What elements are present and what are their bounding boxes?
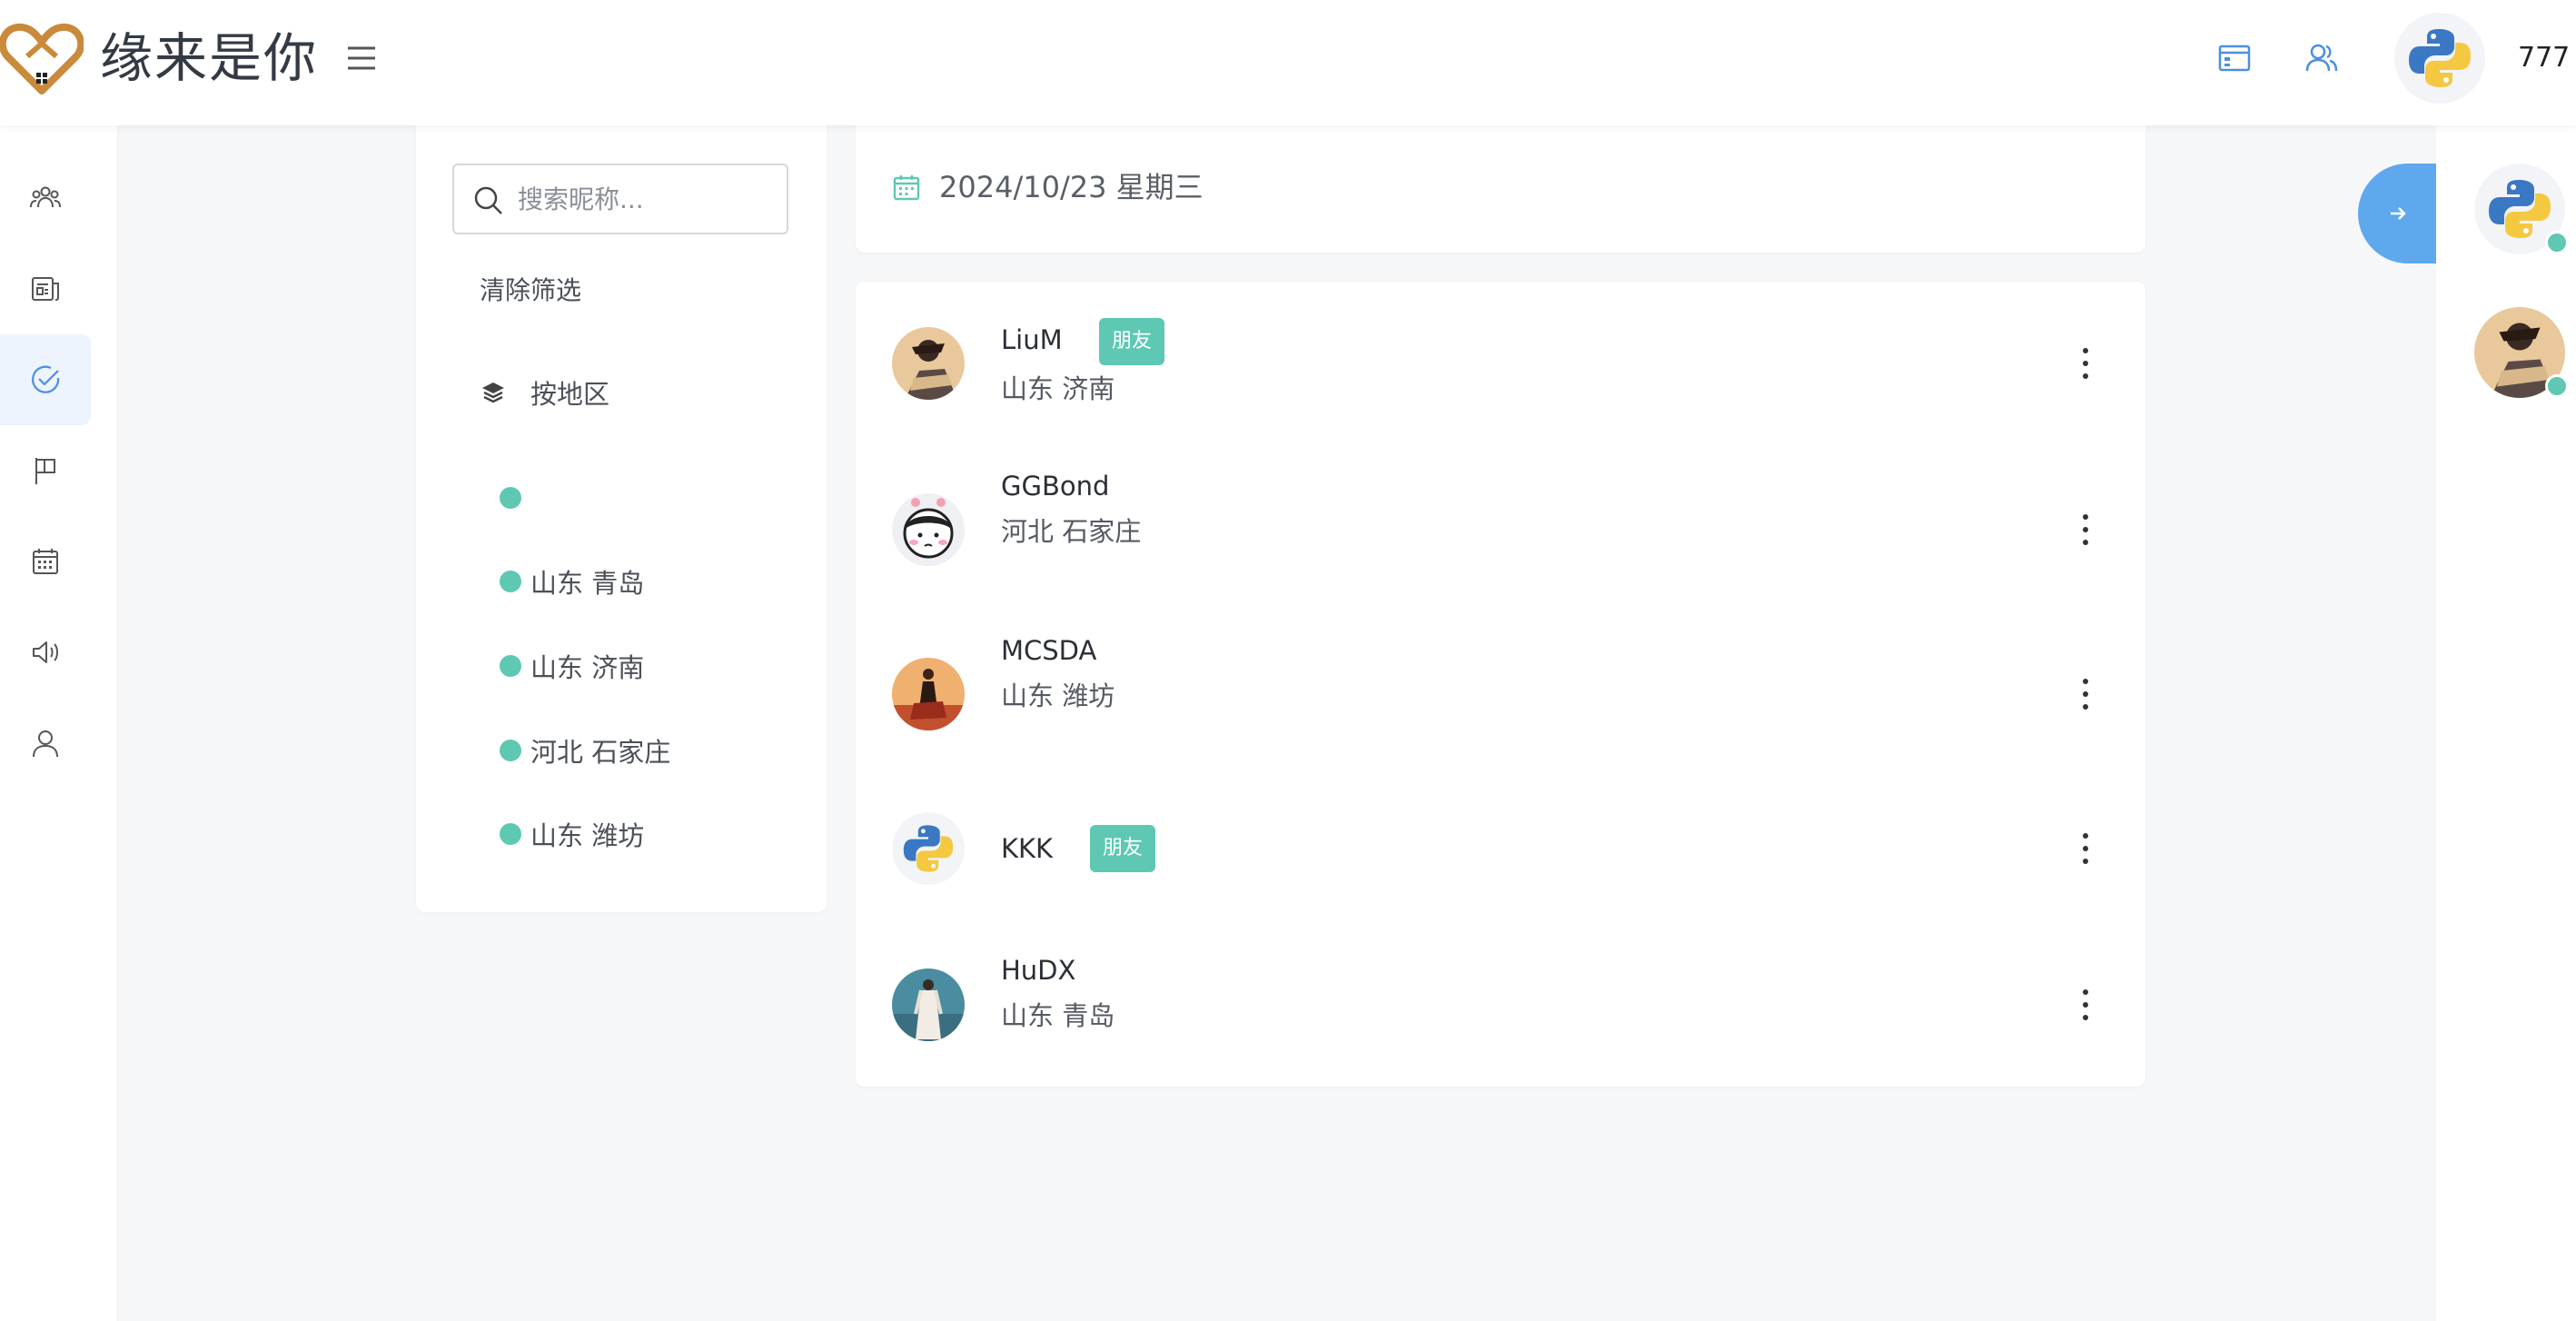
region-option-qingdao[interactable]: 山东 青岛 <box>500 561 644 601</box>
brand-title: 缘来是你 <box>100 27 319 89</box>
news-icon <box>32 277 59 301</box>
region-option-label: 山东 济南 <box>530 652 645 683</box>
filter-panel: 清除筛选 按地区 山东 青岛 山东 济南 河北 石家庄 山东 潍坊 <box>416 125 827 912</box>
region-option-label: 山东 潍坊 <box>530 820 645 851</box>
layers-icon <box>482 382 504 403</box>
sidebar-item-calendar[interactable] <box>0 516 91 607</box>
calendar-icon <box>893 175 920 201</box>
calendar-icon <box>33 549 58 574</box>
current-username[interactable]: 777 <box>2518 40 2570 76</box>
flag-icon <box>35 458 55 484</box>
list-item[interactable]: HuDX 山东 青岛 <box>856 932 2145 1078</box>
group-icon <box>30 186 61 208</box>
sidebar-item-news[interactable] <box>0 243 91 334</box>
user-avatar[interactable] <box>892 658 965 730</box>
more-options-icon[interactable] <box>2078 676 2093 712</box>
clear-filter-button[interactable]: 清除筛选 <box>480 273 581 309</box>
list-item[interactable]: KKK 朋友 <box>856 772 2145 918</box>
top-header: 缘来是你 777 <box>0 0 2576 125</box>
search-box[interactable] <box>452 164 788 234</box>
user-icon <box>33 730 58 758</box>
left-sidebar <box>0 125 118 1321</box>
user-avatar[interactable] <box>892 327 965 400</box>
check-circle-icon <box>32 365 60 393</box>
sidebar-item-profile[interactable] <box>0 698 91 789</box>
region-heading-label: 按地区 <box>530 379 610 410</box>
user-location: 山东 潍坊 <box>1001 680 1115 711</box>
region-filter-heading[interactable]: 按地区 <box>480 372 609 412</box>
sidebar-item-flag[interactable] <box>0 425 91 516</box>
more-options-icon[interactable] <box>2078 345 2093 382</box>
region-dot <box>500 655 521 677</box>
region-dot <box>500 571 521 592</box>
list-item[interactable]: GGBond 河北 石家庄 <box>856 448 2145 593</box>
date-bar: 2024/10/23 星期三 <box>856 125 2145 253</box>
region-dot <box>500 823 521 845</box>
user-location: 河北 石家庄 <box>1001 516 1142 547</box>
arrow-right-icon <box>2391 207 2406 220</box>
user-name: GGBond <box>1001 471 1110 502</box>
user-location: 山东 济南 <box>1001 373 1115 404</box>
region-option-label: 山东 青岛 <box>530 568 645 599</box>
online-user-avatar[interactable] <box>2474 307 2569 398</box>
more-options-icon[interactable] <box>2078 512 2093 548</box>
heart-home-logo-icon[interactable] <box>0 20 84 96</box>
more-options-icon[interactable] <box>2078 830 2093 867</box>
user-avatar[interactable] <box>892 493 965 566</box>
user-location: 山东 青岛 <box>1001 1000 1115 1031</box>
menu-toggle-icon[interactable] <box>345 42 378 74</box>
speaker-icon <box>33 641 58 663</box>
current-user-avatar[interactable] <box>2394 13 2485 104</box>
region-option-shijiazhuang[interactable]: 河北 石家庄 <box>500 730 670 770</box>
search-icon <box>474 186 502 214</box>
region-option-jinan[interactable]: 山东 济南 <box>500 646 644 686</box>
region-dot <box>500 487 521 509</box>
user-name: MCSDA <box>1001 635 1097 666</box>
sidebar-item-community[interactable] <box>0 153 91 243</box>
region-option-weifang[interactable]: 山东 潍坊 <box>500 814 644 854</box>
user-name: LiuM <box>1001 324 1063 355</box>
region-option-label: 河北 石家庄 <box>530 737 671 768</box>
online-users-bar <box>2436 125 2576 1321</box>
friend-badge: 朋友 <box>1099 318 1165 365</box>
nickname-search-input[interactable] <box>518 165 781 233</box>
user-avatar[interactable] <box>892 968 965 1041</box>
online-user-avatar[interactable] <box>2474 164 2569 254</box>
dashboard-window-icon[interactable] <box>2216 40 2253 76</box>
current-date: 2024/10/23 星期三 <box>939 170 1204 204</box>
user-list: LiuM 朋友 山东 济南 GGBond 河北 石家庄 MCSDA 山东 潍坊 … <box>856 282 2145 1087</box>
list-item[interactable]: LiuM 朋友 山东 济南 <box>856 282 2145 427</box>
user-avatar[interactable] <box>892 812 965 885</box>
online-status-dot <box>2545 374 2569 398</box>
friends-icon[interactable] <box>2304 40 2340 76</box>
list-item[interactable]: MCSDA 山东 潍坊 <box>856 612 2145 758</box>
more-options-icon[interactable] <box>2078 987 2093 1023</box>
sidebar-item-matches[interactable] <box>0 334 91 425</box>
region-option[interactable] <box>500 478 530 518</box>
user-name: HuDX <box>1001 955 1076 986</box>
online-status-dot <box>2545 231 2569 254</box>
expand-panel-button[interactable] <box>2358 164 2438 263</box>
sidebar-item-announcement[interactable] <box>0 607 91 698</box>
friend-badge: 朋友 <box>1090 825 1156 872</box>
user-name: KKK <box>1001 833 1054 864</box>
region-dot <box>500 740 521 761</box>
